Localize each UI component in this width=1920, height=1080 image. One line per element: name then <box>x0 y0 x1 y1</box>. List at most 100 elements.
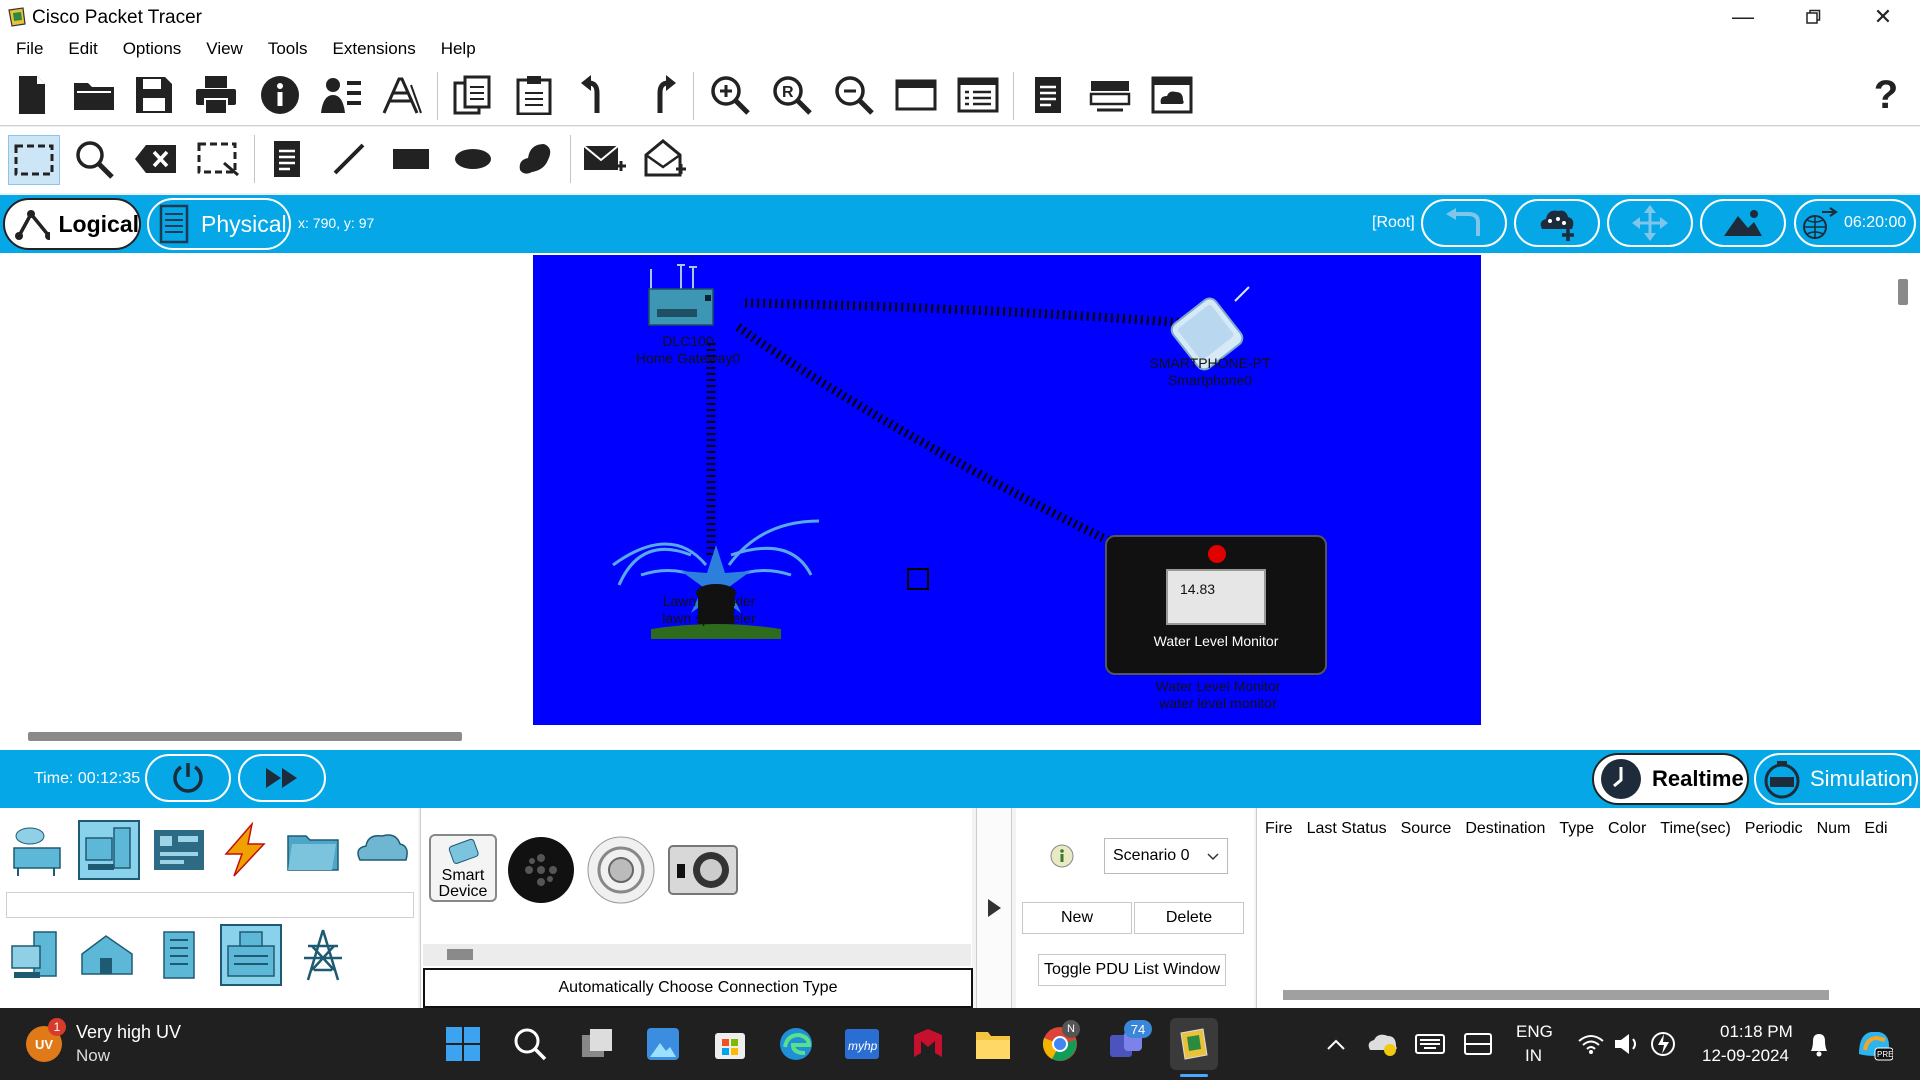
home-gateway-icon[interactable] <box>643 261 723 331</box>
maximize-button[interactable] <box>1782 0 1844 34</box>
show-hidden-icons-chevron-icon[interactable] <box>1316 1024 1356 1064</box>
paste-icon[interactable] <box>510 71 558 119</box>
battery-charging-icon[interactable] <box>1644 1024 1682 1064</box>
photos-app-icon[interactable] <box>643 1024 683 1064</box>
device-list-scroll-track[interactable] <box>423 944 971 966</box>
draw-rectangle-icon[interactable] <box>387 135 435 183</box>
tab-logical[interactable]: Logical <box>3 198 141 250</box>
speaker-device-item[interactable] <box>507 836 575 904</box>
horizontal-scrollbar-thumb[interactable] <box>28 732 462 741</box>
inspect-icon[interactable] <box>70 135 118 183</box>
city-category-icon[interactable] <box>150 926 208 984</box>
add-simple-pdu-icon[interactable] <box>580 135 628 183</box>
file-explorer-icon[interactable] <box>973 1024 1013 1064</box>
notification-bell-icon[interactable] <box>1800 1024 1838 1064</box>
expand-panel-button[interactable] <box>976 808 1012 1008</box>
draw-line-icon[interactable] <box>325 135 373 183</box>
column-color[interactable]: Color <box>1608 820 1646 838</box>
move-object-button[interactable] <box>1607 199 1693 247</box>
input-region[interactable]: IN <box>1525 1046 1542 1066</box>
network-devices-icon[interactable] <box>1086 71 1134 119</box>
packet-tracer-taskbar-icon[interactable] <box>1170 1018 1218 1070</box>
copilot-icon[interactable]: PRE <box>1852 1024 1896 1064</box>
open-folder-icon[interactable] <box>70 71 118 119</box>
new-file-icon[interactable] <box>8 71 56 119</box>
column-type[interactable]: Type <box>1559 820 1594 838</box>
print-icon[interactable] <box>192 71 240 119</box>
tab-realtime[interactable]: Realtime <box>1592 753 1749 805</box>
column-edit[interactable]: Edi <box>1864 820 1887 838</box>
sensor-device-item[interactable] <box>587 836 655 904</box>
tab-physical[interactable]: Physical <box>147 198 291 250</box>
notes-icon[interactable] <box>1024 71 1072 119</box>
column-num[interactable]: Num <box>1817 820 1851 838</box>
keyboard-icon[interactable] <box>1410 1024 1450 1064</box>
camera-device-item[interactable] <box>667 842 739 898</box>
delete-icon[interactable] <box>132 135 180 183</box>
viewport-button[interactable]: 06:20:00 <box>1794 199 1916 247</box>
microsoft-store-icon[interactable] <box>710 1024 750 1064</box>
zoom-in-icon[interactable] <box>706 71 754 119</box>
power-cycle-button[interactable] <box>145 754 231 802</box>
help-icon[interactable]: ? <box>1862 71 1910 119</box>
scenario-info-icon[interactable] <box>1050 844 1074 868</box>
mcafee-icon[interactable] <box>908 1024 948 1064</box>
menu-tools[interactable]: Tools <box>258 39 323 59</box>
save-icon[interactable] <box>130 71 178 119</box>
place-note-icon[interactable] <box>263 135 311 183</box>
edge-browser-icon[interactable] <box>776 1024 816 1064</box>
clock-date-display[interactable]: 12-09-2024 <box>1702 1046 1789 1066</box>
canvas-background[interactable]: DLC100 Home Gateway0 SMARTPHONE-PT Smart… <box>533 255 1481 725</box>
scenario-select[interactable]: Scenario 0 <box>1104 838 1228 874</box>
info-icon[interactable] <box>256 71 304 119</box>
clock-time-display[interactable]: 01:18 PM <box>1720 1022 1793 1042</box>
zoom-out-icon[interactable] <box>830 71 878 119</box>
onedrive-warning-icon[interactable] <box>1362 1024 1402 1064</box>
display-mode-icon[interactable] <box>1458 1024 1498 1064</box>
custom-device-dialog-icon[interactable] <box>954 71 1002 119</box>
undo-icon[interactable] <box>573 71 621 119</box>
copy-icon[interactable] <box>448 71 496 119</box>
connections-category-icon[interactable] <box>216 821 274 878</box>
start-windows-icon[interactable] <box>443 1024 483 1064</box>
column-destination[interactable]: Destination <box>1465 820 1545 838</box>
toggle-pdu-list-button[interactable]: Toggle PDU List Window <box>1038 954 1226 986</box>
home-category-icon[interactable] <box>78 926 136 984</box>
redo-icon[interactable] <box>636 71 684 119</box>
back-button[interactable] <box>1421 199 1507 247</box>
menu-options[interactable]: Options <box>113 39 197 59</box>
delete-scenario-button[interactable]: Delete <box>1134 902 1244 934</box>
pc-category-icon[interactable] <box>8 926 66 984</box>
menu-extensions[interactable]: Extensions <box>323 39 431 59</box>
add-complex-pdu-icon[interactable] <box>642 135 690 183</box>
multiuser-category-icon[interactable] <box>352 822 412 878</box>
menu-view[interactable]: View <box>196 39 258 59</box>
wifi-icon[interactable] <box>1572 1024 1610 1064</box>
column-last-status[interactable]: Last Status <box>1307 820 1387 838</box>
link-gateway-smartphone[interactable] <box>744 298 1186 328</box>
industrial-category-icon[interactable] <box>220 924 282 986</box>
minimize-button[interactable]: — <box>1712 0 1774 34</box>
input-language[interactable]: ENG <box>1516 1022 1553 1042</box>
fast-forward-button[interactable] <box>238 754 326 802</box>
drawing-palette-icon[interactable] <box>892 71 940 119</box>
search-icon[interactable] <box>510 1024 550 1064</box>
close-button[interactable]: ✕ <box>1852 0 1914 34</box>
pdu-table-scrollbar[interactable] <box>1283 990 1829 1000</box>
cloud-window-icon[interactable] <box>1148 71 1196 119</box>
menu-help[interactable]: Help <box>431 39 491 59</box>
link-gateway-monitor[interactable] <box>735 323 1115 548</box>
end-devices-category-icon[interactable] <box>78 820 140 880</box>
vertical-scrollbar-thumb[interactable] <box>1898 279 1908 305</box>
logical-workspace[interactable]: DLC100 Home Gateway0 SMARTPHONE-PT Smart… <box>0 253 1920 750</box>
water-level-monitor-device[interactable]: 14.83 Water Level Monitor <box>1105 535 1327 675</box>
zoom-reset-icon[interactable]: R <box>768 71 816 119</box>
smart-device-item[interactable]: Smart Device <box>429 834 497 902</box>
device-list-scroll-thumb[interactable] <box>447 949 473 960</box>
custom-devices-icon[interactable] <box>378 71 426 119</box>
set-background-button[interactable] <box>1700 199 1786 247</box>
column-fire[interactable]: Fire <box>1265 820 1293 838</box>
task-view-icon[interactable] <box>577 1024 617 1064</box>
column-source[interactable]: Source <box>1401 820 1452 838</box>
volume-icon[interactable] <box>1608 1024 1646 1064</box>
